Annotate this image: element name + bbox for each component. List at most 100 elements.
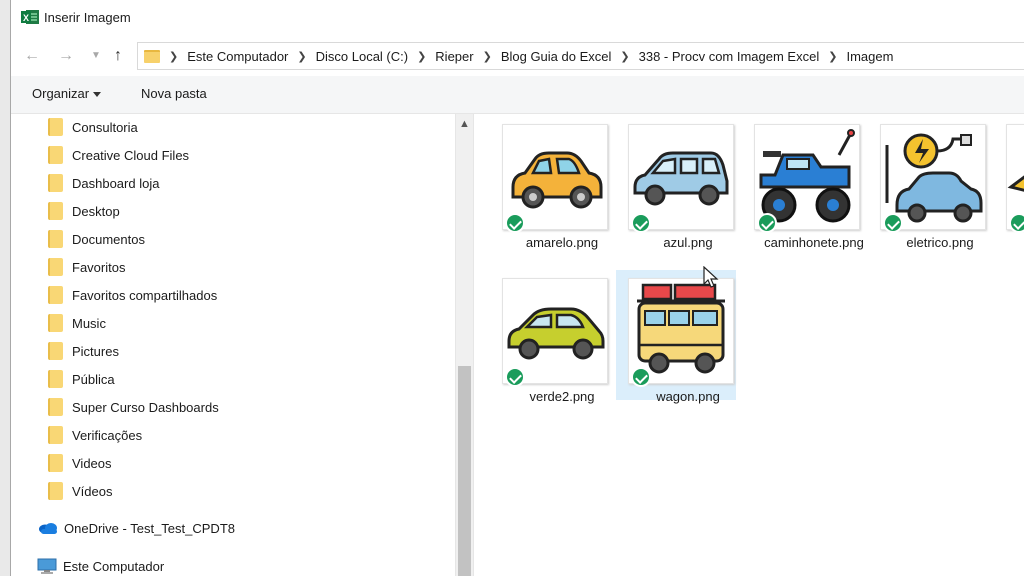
breadcrumb-separator-icon[interactable]: ❯	[169, 50, 178, 63]
nav-this-pc-label: Este Computador	[63, 558, 165, 574]
breadcrumb-imagem[interactable]: Imagem	[846, 49, 893, 64]
nav-scrollbar[interactable]: ▲	[455, 114, 473, 576]
dropdown-caret-icon	[93, 92, 102, 98]
back-arrow-icon[interactable]: ←	[21, 44, 43, 68]
folder-icon	[48, 286, 63, 304]
nav-folder-pictures[interactable]: Pictures	[48, 338, 119, 364]
sync-status-check-icon	[757, 213, 777, 233]
breadcrumb-blog-guia[interactable]: Blog Guia do Excel	[501, 49, 612, 64]
nav-folder-label: Videos	[72, 455, 112, 471]
breadcrumb-separator-icon[interactable]: ❯	[297, 50, 306, 63]
nav-folder-label: Desktop	[72, 203, 120, 219]
scroll-thumb[interactable]	[458, 366, 471, 576]
sync-status-check-icon	[505, 213, 525, 233]
sync-status-check-icon	[883, 213, 903, 233]
file-list-pane: amarelo.png azul.png caminhonete.png ele…	[473, 114, 1024, 576]
folder-icon	[48, 342, 63, 360]
nav-onedrive[interactable]: OneDrive - Test_Test_CPDT8	[37, 515, 235, 541]
nav-folder-favoritos[interactable]: Favoritos	[48, 254, 125, 280]
file-item-partial[interactable]: e	[994, 116, 1024, 246]
nav-folder-videos-accent[interactable]: Vídeos	[48, 478, 112, 504]
breadcrumb-separator-icon[interactable]: ❯	[483, 50, 492, 63]
file-name: caminhonete.png	[764, 235, 864, 250]
sync-status-check-icon	[1009, 213, 1024, 233]
svg-text:X: X	[23, 13, 29, 23]
file-item-azul[interactable]: azul.png	[616, 116, 736, 250]
folder-icon	[48, 426, 63, 444]
breadcrumb-procv[interactable]: 338 - Procv com Imagem Excel	[639, 49, 820, 64]
nav-folder-label: Consultoria	[72, 119, 138, 135]
file-name: e	[998, 234, 1024, 251]
navigation-pane: Consultoria Creative Cloud Files Dashboa…	[11, 114, 473, 576]
breadcrumb-este-computador[interactable]: Este Computador	[187, 49, 288, 64]
nav-folder-verificacoes[interactable]: Verificações	[48, 422, 142, 448]
file-item-verde2[interactable]: verde2.png	[490, 270, 610, 404]
nav-folder-label: Music	[72, 315, 106, 331]
folder-icon	[48, 370, 63, 388]
title-bar: X Inserir Imagem	[11, 0, 1024, 36]
folder-icon	[48, 454, 63, 472]
nav-folder-music[interactable]: Music	[48, 310, 106, 336]
file-name: eletrico.png	[906, 235, 974, 250]
nav-folder-label: Favoritos	[72, 259, 126, 275]
recent-locations-chevron-icon[interactable]: ▼	[85, 44, 107, 68]
nav-folder-super-curso[interactable]: Super Curso Dashboards	[48, 394, 219, 420]
nav-folder-label: Favoritos compartilhados	[72, 287, 218, 303]
folder-icon	[48, 202, 63, 220]
folder-icon	[48, 146, 63, 164]
new-folder-button[interactable]: Nova pasta	[141, 86, 207, 101]
address-bar[interactable]: ❯ Este Computador ❯ Disco Local (C:) ❯ R…	[137, 42, 1024, 70]
sync-status-check-icon	[631, 367, 651, 387]
file-item-eletrico[interactable]: eletrico.png	[868, 116, 988, 250]
nav-folder-favoritos-compartilhados[interactable]: Favoritos compartilhados	[48, 282, 217, 308]
nav-folder-publica[interactable]: Pública	[48, 366, 115, 392]
up-arrow-icon[interactable]: ↑	[107, 44, 129, 68]
nav-folder-label: Pública	[72, 371, 115, 387]
organize-label: Organizar	[32, 86, 90, 101]
mouse-cursor-icon	[703, 266, 719, 288]
nav-folder-label: Pictures	[72, 343, 119, 359]
nav-folder-label: Vídeos	[72, 483, 113, 499]
nav-this-pc[interactable]: Este Computador	[37, 553, 164, 576]
computer-icon	[37, 558, 57, 574]
folder-icon	[48, 258, 63, 276]
nav-folder-label: Creative Cloud Files	[72, 147, 190, 163]
breadcrumb-separator-icon[interactable]: ❯	[828, 50, 837, 63]
breadcrumb-disco-local[interactable]: Disco Local (C:)	[316, 49, 408, 64]
address-row: ← → ▼ ↑ ❯ Este Computador ❯ Disco Local …	[11, 36, 1024, 76]
forward-arrow-icon[interactable]: →	[55, 44, 77, 68]
file-dialog-window: X Inserir Imagem ← → ▼ ↑ ❯ Este Computad…	[10, 0, 1024, 576]
onedrive-cloud-icon	[39, 523, 57, 534]
breadcrumb-separator-icon[interactable]: ❯	[417, 50, 426, 63]
folder-icon	[48, 314, 63, 332]
command-toolbar: Organizar Nova pasta	[11, 76, 1024, 114]
nav-folder-label: Super Curso Dashboards	[72, 399, 219, 415]
nav-folder-desktop[interactable]: Desktop	[48, 198, 120, 224]
file-name: amarelo.png	[525, 235, 599, 250]
folder-icon	[48, 118, 63, 136]
nav-folder-creative-cloud[interactable]: Creative Cloud Files	[48, 142, 189, 168]
folder-icon	[144, 49, 160, 63]
nav-folder-dashboard-loja[interactable]: Dashboard loja	[48, 170, 159, 196]
nav-folder-videos[interactable]: Videos	[48, 450, 112, 476]
nav-folder-documentos[interactable]: Documentos	[48, 226, 145, 252]
file-name: wagon.png	[656, 389, 720, 404]
breadcrumb-separator-icon[interactable]: ❯	[620, 50, 629, 63]
folder-icon	[48, 482, 63, 500]
sync-status-check-icon	[631, 213, 651, 233]
file-item-caminhonete[interactable]: caminhonete.png	[742, 116, 864, 250]
window-title: Inserir Imagem	[44, 10, 131, 25]
nav-folder-label: Verificações	[72, 427, 143, 443]
nav-folder-label: Documentos	[72, 231, 145, 247]
folder-icon	[48, 230, 63, 248]
nav-folder-consultoria[interactable]: Consultoria	[48, 114, 138, 140]
breadcrumb-rieper[interactable]: Rieper	[435, 49, 473, 64]
nav-folder-label: Dashboard loja	[72, 175, 160, 191]
organize-button[interactable]: Organizar	[32, 86, 102, 101]
nav-onedrive-label: OneDrive - Test_Test_CPDT8	[64, 520, 235, 536]
folder-icon	[48, 174, 63, 192]
file-item-amarelo[interactable]: amarelo.png	[490, 116, 610, 250]
folder-icon	[48, 398, 63, 416]
scroll-up-arrow-icon[interactable]: ▲	[459, 118, 470, 130]
sync-status-check-icon	[505, 367, 525, 387]
